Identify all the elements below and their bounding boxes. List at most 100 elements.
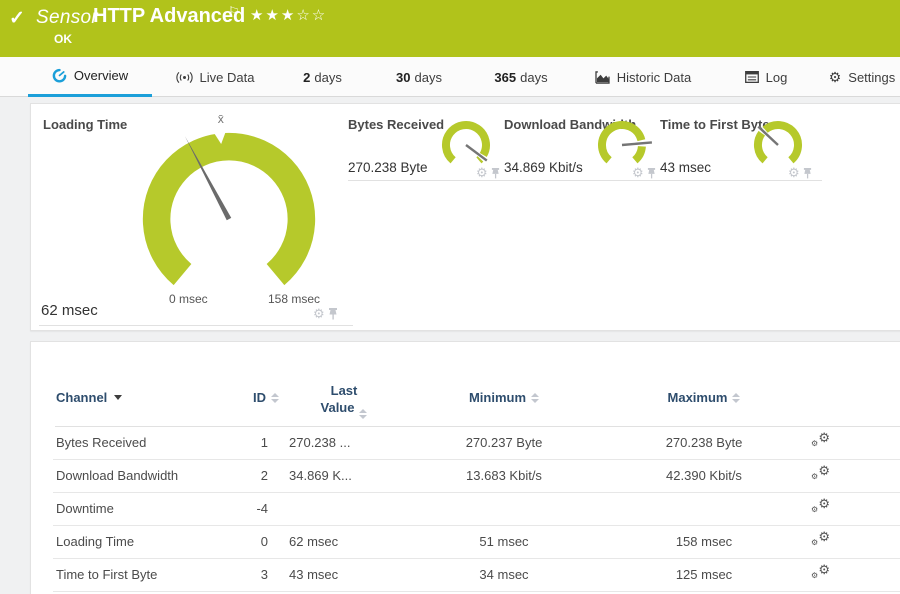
channels-table-panel: Channel ID Last Value Minimum Maximum By… — [30, 341, 900, 594]
channel-last-value: 34.869 K... — [289, 468, 352, 483]
channel-minimum: 34 msec — [479, 567, 529, 582]
pin-icon[interactable] — [491, 167, 500, 179]
gear-icon[interactable]: ⚙ — [788, 166, 800, 179]
tab-label: Live Data — [199, 69, 255, 85]
pin-icon[interactable] — [647, 167, 656, 179]
channel-id: 2 — [260, 468, 268, 483]
gauge-cell-actions: ⚙ — [788, 166, 812, 179]
main-gauge-value: 62 msec — [41, 302, 98, 319]
channel-minimum: 13.683 Kbit/s — [466, 468, 542, 483]
sensor-status-badge: OK — [54, 32, 72, 46]
main-gauge-title: Loading Time — [43, 117, 128, 132]
channel-last-value: 43 msec — [289, 567, 339, 582]
tab-365-days[interactable]: 365 days — [487, 57, 555, 97]
prtg-sensor-page: ✓ Sensor HTTP Advanced ⚐ ★★★☆☆ OK Overvi… — [0, 0, 900, 594]
column-header-id[interactable]: ID — [231, 390, 279, 405]
gear-icon[interactable]: ⚙ — [313, 307, 325, 320]
mini-gauge-title: Bytes Received — [348, 117, 445, 132]
channel-name[interactable]: Loading Time — [56, 526, 241, 558]
tab-label: days — [314, 69, 342, 85]
channel-name[interactable]: Time to First Byte — [56, 559, 241, 591]
column-header-maximum[interactable]: Maximum — [609, 390, 799, 405]
tab-2-days[interactable]: 2 days — [295, 57, 350, 97]
gauge-scale-min: 0 msec — [169, 292, 208, 306]
column-header-minimum[interactable]: Minimum — [399, 390, 609, 405]
sort-caret-down-icon — [114, 395, 123, 400]
column-label: Value — [320, 400, 355, 415]
tab-number: 2 — [303, 69, 311, 85]
mini-gauge-value: 43 msec — [660, 160, 712, 175]
area-chart-icon — [595, 70, 610, 84]
live-broadcast-icon — [175, 71, 193, 84]
gauge-icon — [52, 68, 67, 83]
pin-icon[interactable] — [803, 167, 812, 179]
priority-stars[interactable]: ★★★☆☆ — [250, 6, 327, 24]
tab-overview[interactable]: Overview — [28, 57, 152, 97]
table-header: Channel ID Last Value Minimum Maximum — [31, 342, 900, 427]
channel-maximum: 42.390 Kbit/s — [666, 468, 742, 483]
channel-name[interactable]: Downtime — [56, 493, 241, 525]
download-bandwidth-gauge[interactable] — [590, 112, 654, 174]
tab-settings[interactable]: ⚙ Settings — [826, 57, 898, 97]
tab-live-data[interactable]: Live Data — [170, 57, 260, 97]
time-to-first-byte-gauge[interactable] — [746, 112, 810, 174]
sensor-header: ✓ Sensor HTTP Advanced ⚐ ★★★☆☆ OK — [0, 0, 900, 57]
tab-bar: Overview Live Data 2 days 30 days 365 da… — [0, 57, 900, 97]
gauge-mean-symbol: x̄ — [218, 112, 224, 126]
sort-arrows-icon — [531, 392, 540, 403]
sort-arrows-icon — [732, 392, 741, 403]
channel-settings-gears-icon[interactable]: ⚙ ⚙ — [811, 528, 830, 547]
channel-minimum: 270.237 Byte — [465, 435, 543, 450]
channel-id: 3 — [260, 567, 268, 582]
column-header-channel[interactable]: Channel — [56, 390, 123, 405]
channel-maximum: 270.238 Byte — [665, 435, 743, 450]
gauge-cell-actions: ⚙ — [632, 166, 656, 179]
mini-gauge-time-to-first-byte: Time to First Byte 43 msec ⚙ — [660, 112, 822, 181]
channel-last-value: 270.238 ... — [289, 435, 351, 450]
flag-icon[interactable]: ⚐ — [228, 4, 240, 20]
sensor-type-label: Sensor — [36, 7, 99, 28]
channel-settings-gears-icon[interactable]: ⚙ ⚙ — [811, 429, 830, 448]
column-label: ID — [253, 390, 266, 405]
gear-icon[interactable]: ⚙ — [476, 166, 488, 179]
channel-name[interactable]: Download Bandwidth — [56, 460, 241, 492]
tab-historic-data[interactable]: Historic Data — [592, 57, 694, 97]
gauge-needle — [621, 141, 653, 147]
channel-id: 1 — [260, 435, 268, 450]
tab-label: Settings — [848, 69, 896, 85]
tab-log[interactable]: Log — [740, 57, 792, 97]
tab-label: days — [414, 69, 442, 85]
gear-icon[interactable]: ⚙ — [632, 166, 644, 179]
channel-maximum: 125 msec — [675, 567, 733, 582]
column-label: Minimum — [468, 390, 527, 405]
channel-id: 0 — [260, 534, 268, 549]
channel-settings-gears-icon[interactable]: ⚙ ⚙ — [811, 561, 830, 580]
table-row[interactable]: Download Bandwidth 2 34.869 K... 13.683 … — [31, 460, 900, 493]
sort-arrows-icon — [271, 392, 279, 403]
log-list-icon — [744, 71, 759, 83]
channel-name[interactable]: Bytes Received — [56, 427, 241, 459]
table-row[interactable]: Bytes Received 1 270.238 ... 270.237 Byt… — [31, 427, 900, 460]
table-row[interactable]: Time to First Byte 3 43 msec 34 msec 125… — [31, 559, 900, 592]
channel-last-value: 62 msec — [289, 534, 339, 549]
mini-gauge-bytes-received: Bytes Received 270.238 Byte ⚙ — [348, 112, 510, 181]
column-label: Last — [330, 383, 358, 398]
loading-time-gauge[interactable]: x̄ — [127, 112, 331, 320]
table-row[interactable]: Downtime -4 ⚙ ⚙ — [31, 493, 900, 526]
channel-settings-gears-icon[interactable]: ⚙ ⚙ — [811, 462, 830, 481]
mini-gauge-download-bandwidth: Download Bandwidth 34.869 Kbit/s ⚙ — [504, 112, 666, 181]
divider — [53, 591, 900, 592]
sensor-title: HTTP Advanced — [93, 5, 246, 27]
bytes-received-gauge[interactable] — [434, 112, 498, 174]
column-header-last-value[interactable]: Last Value — [289, 382, 399, 419]
mini-gauge-value: 270.238 Byte — [348, 160, 428, 175]
table-row[interactable]: Loading Time 0 62 msec 51 msec 158 msec … — [31, 526, 900, 559]
sort-arrows-icon — [359, 409, 368, 419]
tab-30-days[interactable]: 30 days — [389, 57, 449, 97]
tab-label: Log — [765, 69, 788, 85]
tab-number: 365 — [494, 69, 517, 85]
pin-icon[interactable] — [328, 307, 338, 320]
gauge-cell-actions: ⚙ — [313, 307, 338, 320]
channel-settings-gears-icon[interactable]: ⚙ ⚙ — [811, 495, 830, 514]
column-label: Channel — [56, 390, 108, 405]
